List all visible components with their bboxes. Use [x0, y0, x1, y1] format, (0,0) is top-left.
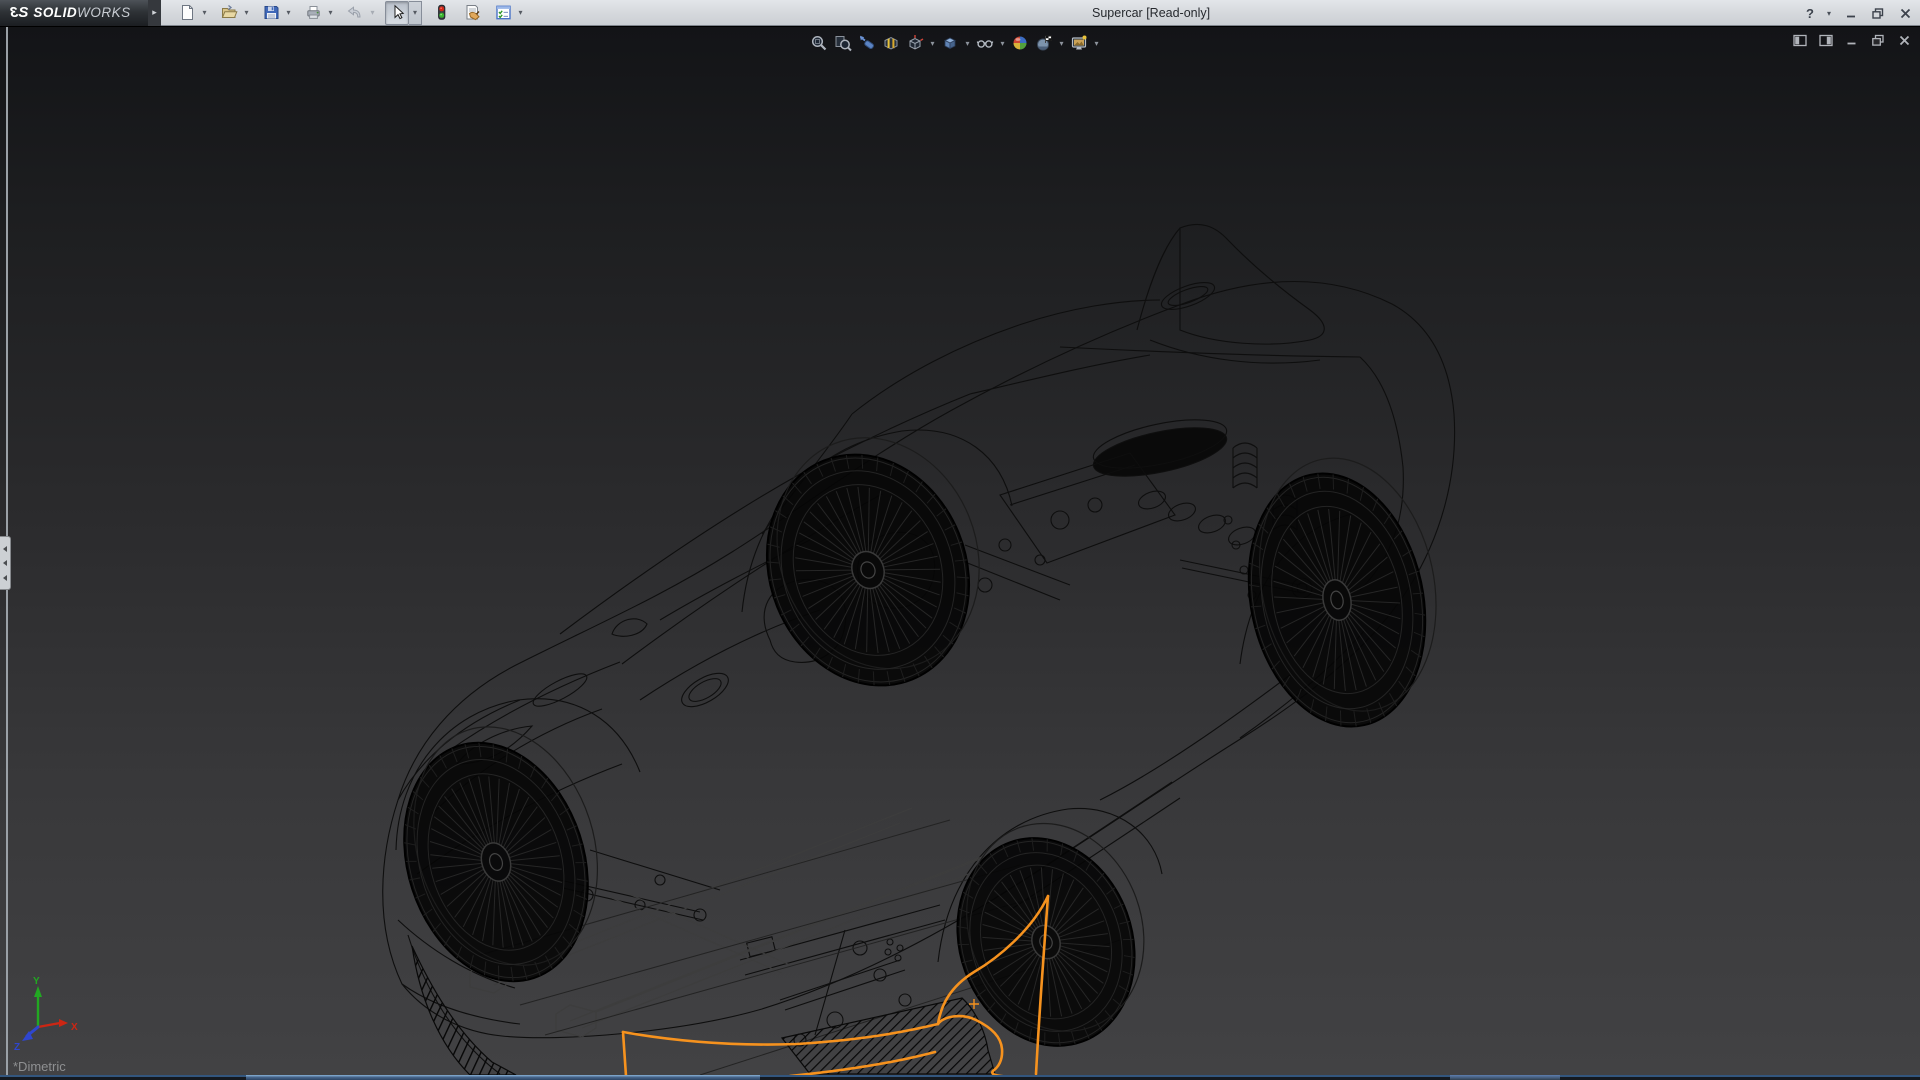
view-orientation-label: *Dimetric: [13, 1059, 66, 1074]
brand-name: SOLIDWORKS: [33, 5, 130, 20]
save-button[interactable]: [259, 1, 283, 25]
featuremanager-collapse-tab[interactable]: [0, 536, 11, 590]
open-button[interactable]: [217, 1, 241, 25]
hide-show-items-button[interactable]: [974, 32, 996, 54]
solidworks-logo: 3S SOLIDWORKS: [0, 0, 148, 26]
taskbar-button-active[interactable]: [246, 1075, 760, 1080]
document-close-icon: [1898, 34, 1911, 47]
edit-appearance-button[interactable]: [1009, 32, 1031, 54]
headsup-view-toolbar: ▾ ▾ ▾: [808, 31, 1101, 55]
triad-y-label: Y: [33, 976, 40, 987]
save-dropdown[interactable]: ▾: [283, 1, 294, 25]
ds-logo-icon: 3S: [10, 4, 28, 21]
document-minimize-button[interactable]: [1844, 32, 1860, 48]
main-toolbar: ▾ ▾: [175, 0, 532, 26]
save-floppy-icon: [263, 4, 280, 21]
new-dropdown[interactable]: ▾: [199, 1, 210, 25]
help-dropdown[interactable]: ▾: [1825, 3, 1833, 23]
close-button[interactable]: [1896, 3, 1914, 23]
apply-scene-dropdown[interactable]: ▾: [1057, 39, 1066, 48]
document-minimize-icon: [1846, 34, 1858, 46]
document-title: Supercar [Read-only]: [1092, 0, 1210, 26]
eyeglasses-icon: [976, 34, 994, 52]
zoom-to-fit-button[interactable]: [808, 32, 830, 54]
zoom-to-area-icon: [834, 34, 852, 52]
minimize-button[interactable]: [1842, 3, 1860, 23]
restore-button[interactable]: [1869, 3, 1887, 23]
wheel-rear-left[interactable]: [729, 407, 1018, 716]
pane-left-button[interactable]: [1792, 32, 1808, 48]
print-icon: [305, 4, 322, 21]
select-cursor-icon: [389, 4, 406, 21]
collapse-arrow-icon: [3, 560, 7, 566]
pane-right-icon: [1819, 34, 1833, 47]
reference-triad: Y X Z: [14, 976, 78, 1053]
document-close-button[interactable]: [1896, 32, 1912, 48]
close-icon: [1899, 7, 1912, 20]
display-style-icon: [941, 34, 959, 52]
taskbar-button[interactable]: [1450, 1075, 1560, 1080]
graphics-area[interactable]: Y X Z: [0, 27, 1920, 1075]
zoom-to-area-button[interactable]: [832, 32, 854, 54]
view-orientation-icon: [906, 34, 924, 52]
undo-icon: [346, 4, 364, 21]
view-settings-button[interactable]: [1068, 32, 1090, 54]
view-settings-icon: [1070, 34, 1088, 52]
apply-scene-icon: [1035, 34, 1053, 52]
collapse-arrow-icon: [3, 546, 7, 552]
options-list-icon: [495, 4, 512, 21]
print-button[interactable]: [301, 1, 325, 25]
restore-icon: [1871, 7, 1885, 20]
open-dropdown[interactable]: ▾: [241, 1, 252, 25]
help-button[interactable]: ?: [1804, 3, 1816, 23]
select-dropdown[interactable]: ▾: [409, 1, 422, 25]
display-style-dropdown[interactable]: ▾: [963, 39, 972, 48]
minimize-icon: [1845, 7, 1857, 19]
section-view-icon: [882, 34, 900, 52]
hide-show-items-dropdown[interactable]: ▾: [998, 39, 1007, 48]
zoom-to-fit-icon: [810, 34, 828, 52]
new-button[interactable]: [175, 1, 199, 25]
select-button[interactable]: [385, 1, 409, 25]
solidworks-window: 3S SOLIDWORKS ▸ ▾: [0, 0, 1920, 1080]
collapse-arrow-icon: [3, 575, 7, 581]
pane-right-button[interactable]: [1818, 32, 1834, 48]
options-button[interactable]: [491, 1, 515, 25]
undo-button[interactable]: [343, 1, 367, 25]
file-properties-button[interactable]: [460, 1, 484, 25]
view-settings-dropdown[interactable]: ▾: [1092, 39, 1101, 48]
appearance-sphere-icon: [1011, 34, 1029, 52]
file-properties-icon: [464, 4, 481, 21]
document-window-controls: [1792, 32, 1912, 48]
triad-z-label: Z: [14, 1042, 20, 1053]
options-dropdown[interactable]: ▾: [515, 1, 526, 25]
view-orientation-button[interactable]: [904, 32, 926, 54]
apply-scene-button[interactable]: [1033, 32, 1055, 54]
rebuild-button[interactable]: [429, 1, 453, 25]
section-view-button[interactable]: [880, 32, 902, 54]
pane-left-icon: [1793, 34, 1807, 47]
new-document-icon: [179, 4, 196, 21]
window-controls: ? ▾: [1804, 0, 1914, 26]
document-restore-icon: [1871, 34, 1885, 47]
undo-dropdown[interactable]: ▾: [367, 1, 378, 25]
traffic-light-icon: [433, 4, 450, 21]
print-dropdown[interactable]: ▾: [325, 1, 336, 25]
view-orientation-dropdown[interactable]: ▾: [928, 39, 937, 48]
display-style-button[interactable]: [939, 32, 961, 54]
document-restore-button[interactable]: [1870, 32, 1886, 48]
titlebar: 3S SOLIDWORKS ▸ ▾: [0, 0, 1920, 26]
wheel-front-left[interactable]: [371, 703, 631, 1005]
previous-view-icon: [858, 34, 876, 52]
menu-flyout-expander[interactable]: ▸: [148, 0, 161, 26]
taskbar-edge: [0, 1075, 1920, 1080]
previous-view-button[interactable]: [856, 32, 878, 54]
triad-x-label: X: [71, 1022, 78, 1033]
model-wireframe[interactable]: Y X Z: [0, 27, 1920, 1075]
open-folder-icon: [221, 4, 238, 21]
